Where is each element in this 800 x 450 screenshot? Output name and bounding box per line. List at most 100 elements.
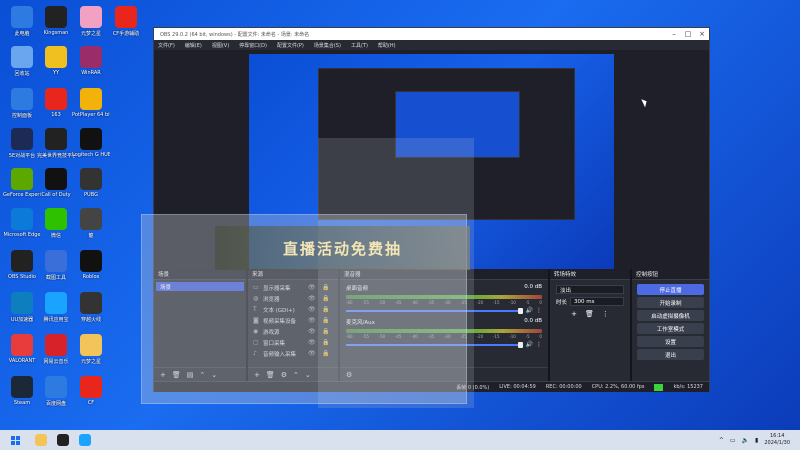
- desktop-icon[interactable]: CF手游辅助: [107, 6, 145, 46]
- obs-icon: [57, 434, 69, 446]
- desktop-icon[interactable]: 元梦之星: [72, 334, 110, 374]
- desktop-icon[interactable]: 163: [37, 88, 75, 128]
- desktop-icon[interactable]: Kingsman: [37, 6, 75, 46]
- desktop-icon-label: GeForce Experience: [3, 192, 41, 198]
- game-icon: [80, 376, 102, 398]
- control-button[interactable]: 设置: [637, 336, 704, 347]
- menu-item[interactable]: 停靠窗口(D): [239, 42, 267, 49]
- desktop-icon[interactable]: 百度网盘: [37, 376, 75, 416]
- more-icon[interactable]: ⋮: [536, 341, 542, 348]
- minimize-icon[interactable]: –: [667, 30, 681, 38]
- battery-icon[interactable]: ▮: [755, 437, 758, 444]
- desktop-icon[interactable]: GeForce Experience: [3, 168, 41, 208]
- controls-dock: 控制按钮 停止直播 开始录制 启动虚拟摄像机 工作室模式 设置 退出: [632, 269, 709, 381]
- app-icon: [45, 88, 67, 110]
- transition-select[interactable]: 淡出: [556, 285, 624, 294]
- start-button[interactable]: [0, 430, 30, 450]
- desktop-icon[interactable]: Logitech G HUB: [72, 128, 110, 168]
- desktop-icon-label: 回收站: [14, 71, 30, 77]
- desktop-icon[interactable]: YY: [37, 46, 75, 86]
- desktop-icon[interactable]: 腾讯应用宝: [37, 292, 75, 332]
- desktop-icon-label: 腾讯应用宝: [43, 317, 69, 323]
- control-button[interactable]: 退出: [637, 349, 704, 360]
- control-button[interactable]: 启动虚拟摄像机: [637, 310, 704, 321]
- desktop-icon[interactable]: 回收站: [3, 46, 41, 86]
- taskbar-app[interactable]: [52, 430, 74, 450]
- desktop-icon[interactable]: 控制面板: [3, 88, 41, 128]
- control-button[interactable]: 开始录制: [637, 297, 704, 308]
- menu-item[interactable]: 帮助(H): [378, 42, 396, 49]
- desktop-icon[interactable]: 完美世界竞技平台: [37, 128, 75, 168]
- desktop-icon[interactable]: 此电脑: [3, 6, 41, 46]
- desktop-icon-label: VALORANT: [8, 358, 36, 364]
- menu-item[interactable]: 视图(V): [212, 42, 229, 49]
- menu-item[interactable]: 场景集合(S): [314, 42, 341, 49]
- clock-time: 16:14: [769, 433, 785, 439]
- desktop-icon-label: 网易云音乐: [43, 359, 69, 365]
- speaker-icon[interactable]: 🔊: [526, 341, 533, 348]
- menu-item[interactable]: 配置文件(P): [277, 42, 304, 49]
- close-icon[interactable]: ×: [695, 30, 709, 38]
- desktop-icon[interactable]: OBS Studio: [3, 250, 41, 290]
- desktop-icon[interactable]: UU加速器: [3, 292, 41, 332]
- desktop-icon[interactable]: Microsoft Edge: [3, 208, 41, 248]
- transitions-title: 转场特效: [550, 269, 630, 280]
- desktop-icon[interactable]: 5E对战平台: [3, 128, 41, 168]
- desktop-icon-label: OBS Studio: [8, 274, 36, 280]
- file-explorer-icon: [35, 434, 47, 446]
- app-icon: [45, 292, 67, 314]
- desktop-icon-label: CF手游辅助: [112, 31, 140, 37]
- desktop-icon[interactable]: WinRAR: [72, 46, 110, 86]
- promo-banner: 直播活动免费抽: [215, 226, 470, 270]
- desktop-icon[interactable]: 微信: [37, 208, 75, 248]
- volume-slider-handle[interactable]: [517, 341, 523, 348]
- menu-item[interactable]: 工具(T): [351, 42, 368, 49]
- tray-chevron-icon[interactable]: ^: [719, 437, 724, 444]
- control-button[interactable]: 停止直播: [637, 284, 704, 295]
- stream-health-indicator: [654, 383, 664, 391]
- trash-icon[interactable]: 🗑: [585, 310, 594, 318]
- desktop-icon[interactable]: PotPlayer 64 bit: [72, 88, 110, 128]
- desktop-icon[interactable]: CF: [72, 376, 110, 416]
- add-icon[interactable]: +: [571, 310, 577, 318]
- desktop-icon[interactable]: VALORANT: [3, 334, 41, 374]
- taskbar: ^ ▭ 🔈 ▮ 16:14 2024/1/30: [0, 430, 800, 450]
- more-icon[interactable]: ⋮: [536, 307, 542, 314]
- desktop-icon-label: PUBG: [84, 192, 98, 198]
- volume-slider-handle[interactable]: [517, 307, 523, 314]
- channel-db: 0.0 dB: [524, 318, 542, 324]
- app-icon: [45, 250, 67, 272]
- desktop-icon[interactable]: 截图工具: [37, 250, 75, 290]
- control-button[interactable]: 工作室模式: [637, 323, 704, 334]
- valorant-icon: [11, 334, 33, 356]
- rec-time: REC: 00:00:00: [545, 384, 582, 390]
- desktop-icon-label: Microsoft Edge: [3, 232, 41, 238]
- volume-icon[interactable]: 🔈: [742, 437, 749, 444]
- maximize-icon[interactable]: □: [681, 30, 695, 38]
- desktop-icon[interactable]: Steam: [3, 376, 41, 416]
- obs-titlebar[interactable]: OBS 29.0.2 (64 bit, windows) - 配置文件: 未命名…: [154, 28, 709, 40]
- desktop-icon[interactable]: Roblox: [72, 250, 110, 290]
- desktop-icon[interactable]: 龍: [72, 208, 110, 248]
- duration-input[interactable]: 300 ms: [570, 297, 624, 306]
- recycle-bin-icon: [11, 46, 33, 68]
- window-title: OBS 29.0.2 (64 bit, windows) - 配置文件: 未命名…: [160, 31, 310, 38]
- menu-item[interactable]: 编辑(E): [185, 42, 202, 49]
- desktop-icon[interactable]: 网易云音乐: [37, 334, 75, 374]
- desktop-icon[interactable]: 穿越火线: [72, 292, 110, 332]
- desktop-icon-label: 完美世界竞技平台: [37, 153, 75, 159]
- cpu-status: CPU: 2.2%, 60.00 fps: [591, 384, 645, 390]
- desktop-icon[interactable]: Call of Duty: [37, 168, 75, 208]
- more-icon[interactable]: ⋮: [602, 310, 609, 318]
- taskbar-app[interactable]: [74, 430, 96, 450]
- desktop-icon-label: CF: [87, 400, 95, 406]
- desktop-icon[interactable]: 元梦之星: [72, 6, 110, 46]
- taskbar-app[interactable]: [30, 430, 52, 450]
- desktop-icon[interactable]: PUBG: [72, 168, 110, 208]
- network-icon[interactable]: ▭: [730, 437, 736, 444]
- desktop-icon-label: Roblox: [82, 274, 100, 280]
- menu-item[interactable]: 文件(F): [158, 42, 175, 49]
- game-icon: [80, 6, 102, 28]
- clock[interactable]: 16:14 2024/1/30: [764, 433, 790, 447]
- speaker-icon[interactable]: 🔊: [526, 307, 533, 314]
